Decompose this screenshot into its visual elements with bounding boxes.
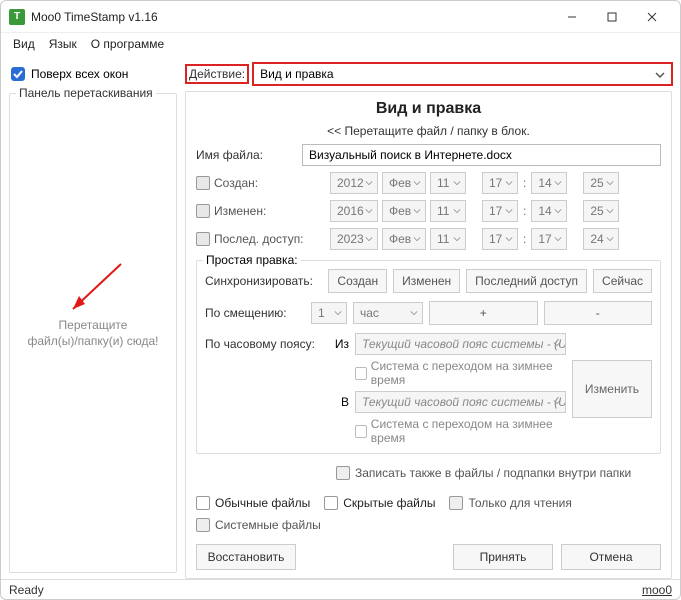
system-label: Системные файлы xyxy=(215,518,321,532)
main-group: Вид и правка << Перетащите файл / папку … xyxy=(185,91,672,579)
restore-button[interactable]: Восстановить xyxy=(196,544,296,570)
created-year[interactable]: 2012 xyxy=(330,172,378,194)
modified-label: Изменен: xyxy=(214,204,326,218)
arrow-icon xyxy=(61,254,131,324)
accessed-row: Послед. доступ: 2023 Фев 11 17 : 17 24 xyxy=(196,228,661,250)
titlebar: T Moo0 TimeStamp v1.16 xyxy=(1,1,680,33)
ordinary-label: Обычные файлы xyxy=(215,496,310,510)
ordinary-checkbox[interactable] xyxy=(196,496,210,510)
tz-to-label: В xyxy=(331,395,349,409)
close-button[interactable] xyxy=(632,3,672,31)
accessed-sec[interactable]: 24 xyxy=(583,228,619,250)
main-hint: << Перетащите файл / папку в блок. xyxy=(196,124,661,138)
cancel-button[interactable]: Отмена xyxy=(561,544,661,570)
created-checkbox[interactable] xyxy=(196,176,210,190)
created-label: Создан: xyxy=(214,176,326,190)
simple-edit-group: Простая правка: Синхронизировать: Создан… xyxy=(196,260,661,454)
modified-row: Изменен: 2016 Фев 11 17 : 14 25 xyxy=(196,200,661,222)
modified-hour[interactable]: 17 xyxy=(482,200,518,222)
menubar: Вид Язык О программе xyxy=(1,33,680,57)
minimize-button[interactable] xyxy=(552,3,592,31)
tz-from-dst-checkbox[interactable] xyxy=(355,367,367,380)
created-row: Создан: 2012 Фев 11 17 : 14 25 xyxy=(196,172,661,194)
tz-to-select[interactable]: Текущий часовой пояс системы - (U xyxy=(355,391,566,413)
apply-button[interactable]: Принять xyxy=(453,544,553,570)
sync-modified-button[interactable]: Изменен xyxy=(393,269,460,293)
accessed-month[interactable]: Фев xyxy=(382,228,426,250)
action-label: Действие: xyxy=(189,67,245,81)
accessed-label: Послед. доступ: xyxy=(214,232,326,246)
offset-plus-button[interactable]: + xyxy=(429,301,538,325)
menu-view[interactable]: Вид xyxy=(7,35,41,53)
tz-to-dst-label: Система с переходом на зимнее время xyxy=(371,417,566,445)
created-minute[interactable]: 14 xyxy=(531,172,567,194)
offset-minus-button[interactable]: - xyxy=(544,301,653,325)
drop-panel: Панель перетаскивания Перетащите файл(ы)… xyxy=(9,93,177,573)
action-select[interactable]: Вид и правка xyxy=(253,63,672,85)
accessed-checkbox[interactable] xyxy=(196,232,210,246)
drop-panel-label: Панель перетаскивания xyxy=(16,86,156,100)
tz-label: По часовому поясу: xyxy=(205,337,325,351)
status-text: Ready xyxy=(9,583,44,597)
sync-accessed-button[interactable]: Последний доступ xyxy=(466,269,587,293)
offset-unit[interactable]: час xyxy=(353,302,423,324)
simple-edit-label: Простая правка: xyxy=(203,253,301,267)
offset-num[interactable]: 1 xyxy=(311,302,347,324)
menu-language[interactable]: Язык xyxy=(43,35,83,53)
tz-from-label: Из xyxy=(331,337,349,351)
system-checkbox[interactable] xyxy=(196,518,210,532)
filename-field[interactable]: Визуальный поиск в Интернете.docx xyxy=(302,144,661,166)
tz-from-dst-label: Система с переходом на зимнее время xyxy=(371,359,566,387)
offset-label: По смещению: xyxy=(205,306,305,320)
drop-text-2: файл(ы)/папку(и) сюда! xyxy=(27,334,158,348)
action-select-value: Вид и правка xyxy=(260,67,334,81)
always-on-top-label: Поверх всех окон xyxy=(31,67,128,81)
statusbar: Ready moo0 xyxy=(1,579,680,599)
filename-label: Имя файла: xyxy=(196,148,296,162)
maximize-button[interactable] xyxy=(592,3,632,31)
modified-month[interactable]: Фев xyxy=(382,200,426,222)
always-on-top-checkbox[interactable] xyxy=(11,67,25,81)
readonly-label: Только для чтения xyxy=(468,496,571,510)
drop-zone[interactable]: Перетащите файл(ы)/папку(и) сюда! xyxy=(16,104,170,562)
main-title: Вид и правка xyxy=(196,100,661,118)
created-day[interactable]: 11 xyxy=(430,172,466,194)
hidden-label: Скрытые файлы xyxy=(343,496,435,510)
accessed-hour[interactable]: 17 xyxy=(482,228,518,250)
subfolders-label: Записать также в файлы / подпапки внутри… xyxy=(355,466,631,480)
modified-checkbox[interactable] xyxy=(196,204,210,218)
brand-link[interactable]: moo0 xyxy=(642,583,672,597)
menu-about[interactable]: О программе xyxy=(85,35,170,53)
modified-minute[interactable]: 14 xyxy=(531,200,567,222)
sync-now-button[interactable]: Сейчас xyxy=(593,269,652,293)
created-month[interactable]: Фев xyxy=(382,172,426,194)
accessed-day[interactable]: 11 xyxy=(430,228,466,250)
modified-day[interactable]: 11 xyxy=(430,200,466,222)
tz-change-button[interactable]: Изменить xyxy=(572,360,652,418)
chevron-down-icon xyxy=(655,70,665,80)
app-icon: T xyxy=(9,9,25,25)
created-sec[interactable]: 25 xyxy=(583,172,619,194)
readonly-checkbox[interactable] xyxy=(449,496,463,510)
accessed-minute[interactable]: 17 xyxy=(531,228,567,250)
hidden-checkbox[interactable] xyxy=(324,496,338,510)
window-title: Moo0 TimeStamp v1.16 xyxy=(31,10,158,24)
sync-created-button[interactable]: Создан xyxy=(328,269,387,293)
modified-year[interactable]: 2016 xyxy=(330,200,378,222)
accessed-year[interactable]: 2023 xyxy=(330,228,378,250)
sync-label: Синхронизировать: xyxy=(205,274,322,288)
tz-to-dst-checkbox[interactable] xyxy=(355,425,367,438)
tz-from-select[interactable]: Текущий часовой пояс системы - (U xyxy=(355,333,566,355)
created-hour[interactable]: 17 xyxy=(482,172,518,194)
subfolders-checkbox[interactable] xyxy=(336,466,350,480)
modified-sec[interactable]: 25 xyxy=(583,200,619,222)
